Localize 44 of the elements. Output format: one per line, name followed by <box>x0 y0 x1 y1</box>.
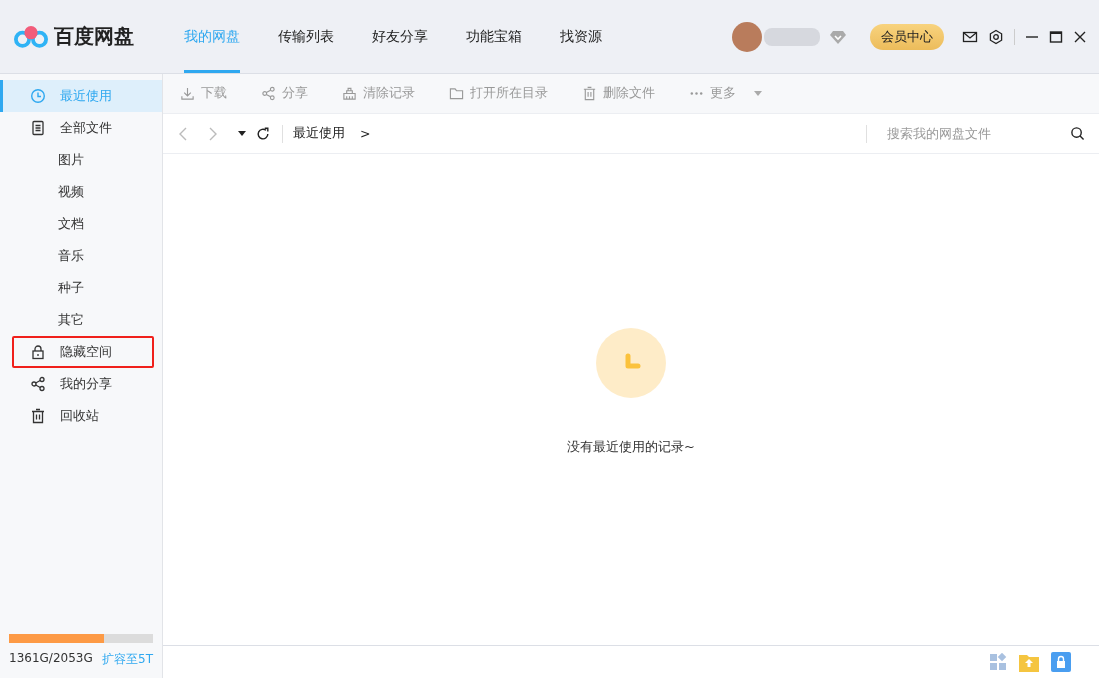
storage-usage: 1361G/2053G <box>9 651 93 667</box>
breadcrumb-separator: > <box>360 126 371 141</box>
maximize-icon[interactable] <box>1049 29 1063 44</box>
nav-tab[interactable]: 找资源 <box>560 0 602 73</box>
empty-message: 没有最近使用的记录~ <box>567 438 695 456</box>
cloud-logo-icon <box>14 24 48 49</box>
sidebar-item[interactable]: 回收站 <box>0 400 162 432</box>
sidebar-item[interactable]: 其它 <box>0 304 162 336</box>
caret-icon <box>754 90 762 97</box>
basket-icon <box>342 86 357 101</box>
sidebar-item[interactable]: 隐藏空间 <box>12 336 154 368</box>
clock-icon <box>30 88 46 104</box>
vip-center-button[interactable]: 会员中心 <box>870 23 944 50</box>
breadcrumb[interactable]: 最近使用 <box>293 125 345 142</box>
lock-icon[interactable] <box>1051 652 1071 672</box>
avatar <box>732 21 762 52</box>
blurred-username <box>764 27 820 46</box>
sidebar-item[interactable]: 音乐 <box>0 240 162 272</box>
close-icon[interactable] <box>1073 29 1087 44</box>
dropdown-caret-icon[interactable] <box>238 130 246 137</box>
sidebar-item[interactable]: 全部文件 <box>0 112 162 144</box>
trash-icon <box>30 408 46 424</box>
sidebar-item[interactable]: 文档 <box>0 208 162 240</box>
sidebar-item[interactable]: 种子 <box>0 272 162 304</box>
search-field[interactable]: 搜索我的网盘文件 <box>885 125 1099 142</box>
share-icon <box>30 376 46 392</box>
sidebar-item[interactable]: 图片 <box>0 144 162 176</box>
clock-icon <box>596 328 666 398</box>
nav-tab[interactable]: 传输列表 <box>278 0 334 73</box>
lock-icon <box>30 344 46 360</box>
refresh-icon[interactable] <box>256 126 270 141</box>
diamond-icon <box>830 29 846 44</box>
search-icon[interactable] <box>1070 126 1085 141</box>
nav-tab[interactable]: 好友分享 <box>372 0 428 73</box>
doc-icon <box>30 120 46 136</box>
nav-tab[interactable]: 功能宝箱 <box>466 0 522 73</box>
folder-icon <box>449 86 464 101</box>
app-title: 百度网盘 <box>54 23 134 50</box>
share-icon <box>261 86 276 101</box>
trash-icon <box>582 86 597 101</box>
sidebar-item[interactable]: 视频 <box>0 176 162 208</box>
download-icon <box>180 86 195 101</box>
settings-icon[interactable] <box>988 28 1004 45</box>
sidebar-item[interactable]: 我的分享 <box>0 368 162 400</box>
